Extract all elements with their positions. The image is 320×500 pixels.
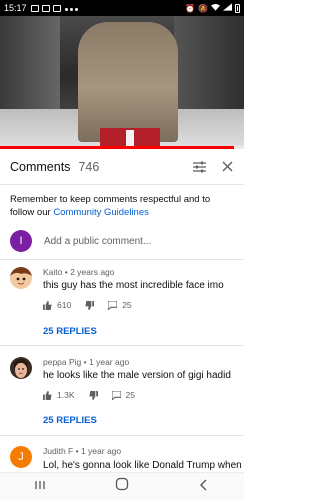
divider [0, 435, 244, 436]
view-replies-link[interactable]: 25 REPLIES [43, 326, 97, 337]
video-frame-model [78, 22, 178, 142]
recent-apps-icon [35, 480, 45, 489]
battery-icon [235, 3, 240, 13]
system-navigation-bar [0, 472, 244, 500]
divider [0, 345, 244, 346]
comment-meta: peppa Pig • 1 year ago [43, 357, 130, 367]
reply-icon [108, 300, 118, 310]
thumbs-down-icon [85, 300, 95, 310]
sort-filter-icon[interactable] [192, 160, 206, 174]
mail-icon [52, 4, 61, 12]
like-count: 1.3K [57, 390, 75, 400]
back-button[interactable] [198, 478, 210, 496]
comment-age: 1 year ago [89, 357, 130, 367]
comment-text: this guy has the most incredible face im… [43, 280, 224, 291]
comments-header: Comments 746 [0, 149, 244, 185]
home-button[interactable] [115, 477, 129, 496]
comment-age: 2 years ago [70, 267, 115, 277]
notification-icons [30, 3, 79, 13]
recent-apps-button[interactable] [34, 478, 46, 496]
add-comment-row[interactable]: I Add a public comment... [0, 229, 244, 253]
more-notifications-icon [64, 3, 79, 13]
comment-author[interactable]: Kaito [43, 267, 62, 277]
signal-icon [223, 3, 232, 13]
image-icon [41, 4, 50, 12]
thumbs-up-icon [43, 300, 52, 310]
view-replies-link[interactable]: 25 REPLIES [43, 415, 97, 426]
reply-button[interactable]: 25 [108, 300, 132, 310]
community-guidelines-link[interactable]: Community Guidelines [53, 207, 149, 218]
alarm-icon: ⏰ [185, 3, 196, 13]
reply-count: 25 [125, 390, 135, 400]
reply-icon [111, 390, 121, 400]
mute-icon: 🔕 [198, 3, 208, 13]
status-time: 15:17 [4, 3, 27, 13]
like-count: 610 [57, 300, 72, 310]
back-icon [199, 479, 207, 490]
like-button[interactable]: 1.3K [43, 390, 75, 400]
system-icons: ⏰ 🔕 [185, 3, 240, 13]
gallery-icon [30, 4, 39, 12]
comment-meta: Judith F • 1 year ago [43, 446, 122, 456]
comment-meta: Kaito • 2 years ago [43, 267, 115, 277]
status-bar: 15:17 ⏰ 🔕 [0, 0, 244, 16]
reply-button[interactable]: 25 [111, 390, 135, 400]
comment-age: 1 year ago [80, 446, 122, 456]
wifi-icon [211, 3, 220, 13]
dislike-button[interactable] [85, 300, 95, 310]
comment-item: peppa Pig • 1 year ago he looks like the… [0, 357, 244, 431]
divider [0, 259, 244, 260]
commenter-avatar[interactable]: J [10, 446, 32, 468]
comment-text: he looks like the male version of gigi h… [43, 370, 231, 381]
thumbs-down-icon [88, 390, 98, 400]
reply-count: 25 [122, 300, 132, 310]
comments-count: 746 [78, 159, 100, 174]
community-guidelines-notice: Remember to keep comments respectful and… [10, 194, 236, 219]
dislike-button[interactable] [88, 390, 98, 400]
video-player[interactable] [0, 16, 244, 149]
comment-item: J Judith F • 1 year ago Lol, he's gonna … [0, 446, 244, 472]
commenter-avatar[interactable] [10, 357, 32, 379]
comment-author[interactable]: peppa Pig [43, 357, 81, 367]
user-avatar: I [10, 230, 32, 252]
home-icon [115, 477, 129, 491]
comments-title: Comments [10, 159, 71, 174]
comment-actions: 1.3K 25 [43, 390, 149, 400]
comment-author[interactable]: Judith F [43, 446, 73, 456]
close-icon[interactable] [220, 160, 234, 174]
comment-text: Lol, he's gonna look like Donald Trump w… [43, 460, 242, 471]
like-button[interactable]: 610 [43, 300, 71, 310]
thumbs-up-icon [43, 390, 52, 400]
add-comment-input[interactable]: Add a public comment... [44, 236, 151, 247]
comment-item: Kaito • 2 years ago this guy has the mos… [0, 267, 244, 341]
commenter-avatar[interactable] [10, 267, 32, 289]
comment-actions: 610 25 [43, 300, 146, 310]
